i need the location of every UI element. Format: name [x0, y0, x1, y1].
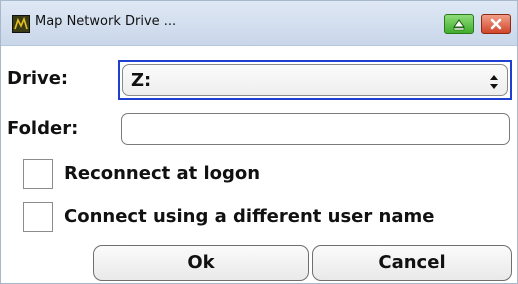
window-title: Map Network Drive ...	[35, 14, 177, 29]
ok-button[interactable]: Ok	[93, 245, 309, 281]
folder-label: Folder:	[7, 118, 79, 139]
updown-arrows-icon	[490, 75, 498, 89]
map-network-drive-dialog: Map Network Drive ... Drive: Z: Folder: …	[0, 0, 518, 284]
minimize-button[interactable]	[444, 14, 474, 34]
minimize-icon	[453, 19, 465, 31]
drive-value: Z:	[131, 70, 152, 91]
drive-select[interactable]: Z:	[118, 60, 512, 100]
drive-select-box[interactable]: Z:	[122, 64, 508, 96]
title-bar[interactable]: Map Network Drive ...	[1, 1, 517, 46]
reconnect-label[interactable]: Reconnect at logon	[64, 163, 260, 184]
reconnect-checkbox[interactable]	[23, 159, 53, 189]
close-button[interactable]	[481, 14, 511, 34]
folder-input[interactable]	[121, 113, 510, 145]
cancel-button[interactable]: Cancel	[312, 245, 512, 281]
different-user-checkbox[interactable]	[23, 202, 53, 232]
different-user-label[interactable]: Connect using a different user name	[64, 206, 434, 227]
close-icon	[490, 18, 502, 30]
app-icon	[12, 15, 30, 33]
drive-label: Drive:	[7, 68, 69, 89]
